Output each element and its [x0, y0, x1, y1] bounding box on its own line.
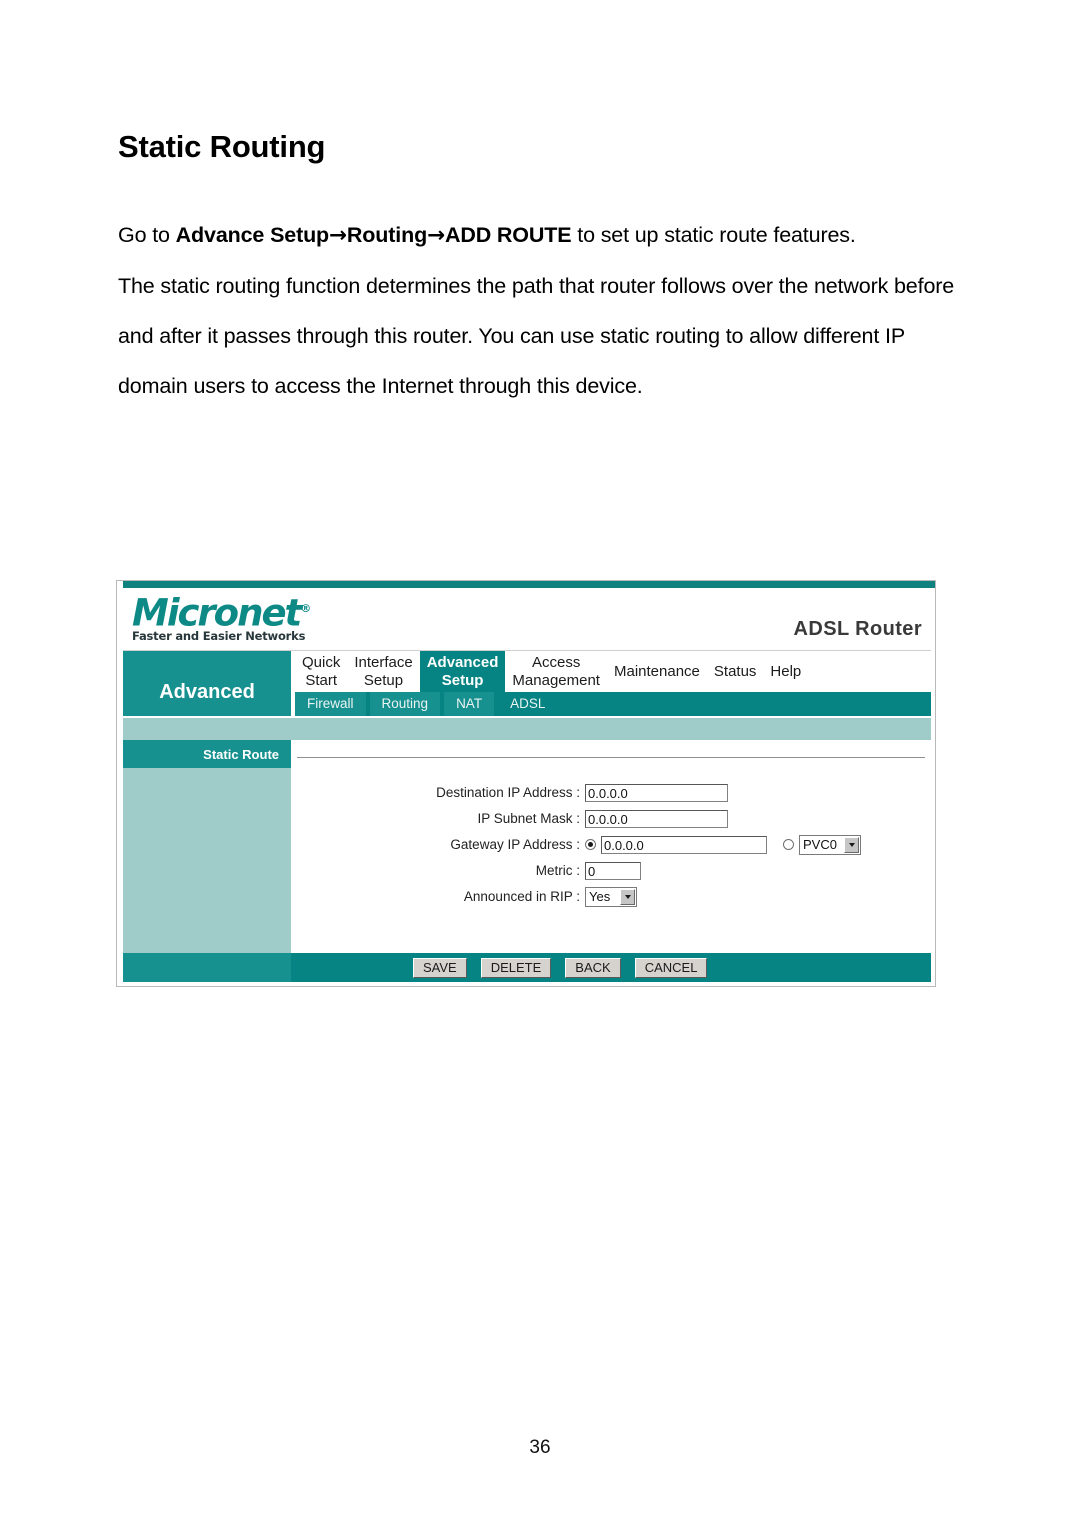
row-announced-in-rip: Announced in RIP : Yes	[291, 884, 931, 909]
row-gateway-ip: Gateway IP Address : 0.0.0.0 PVC0	[291, 832, 931, 857]
micronet-logo: Micronet® Faster and Easier Networks	[132, 590, 382, 644]
sub-tab-bar: Firewall Routing NAT ADSL	[295, 692, 931, 716]
gateway-pvc-radio[interactable]	[783, 839, 794, 850]
pvc-select[interactable]: PVC0	[799, 834, 861, 855]
subtab-nat[interactable]: NAT	[444, 692, 495, 716]
navigation-zone: Advanced Quick Start Interface Setup Adv…	[123, 651, 931, 716]
tab-access-management[interactable]: Access Management	[505, 651, 607, 692]
pvc-select-value: PVC0	[803, 837, 837, 852]
top-tab-bar: Quick Start Interface Setup Advanced Set…	[295, 651, 931, 692]
intro-paragraph: Go to Advance Setup→Routing→ADD ROUTE to…	[118, 210, 963, 261]
intro-bold-advance-setup: Advance Setup	[175, 223, 330, 248]
save-button[interactable]: SAVE	[413, 957, 467, 978]
intro-prefix: Go to	[118, 223, 176, 248]
label-subnet-mask: IP Subnet Mask :	[477, 811, 580, 826]
content-zone: Static Route Destination IP Address : 0.…	[123, 740, 931, 982]
router-ui-screenshot: Micronet® Faster and Easier Networks ADS…	[116, 580, 936, 987]
back-button[interactable]: BACK	[565, 957, 621, 978]
sidebar: Static Route	[123, 740, 291, 953]
label-announced-in-rip: Announced in RIP :	[463, 889, 580, 904]
static-route-form: Destination IP Address : 0.0.0.0 IP Subn…	[291, 740, 931, 953]
delete-button[interactable]: DELETE	[480, 957, 552, 978]
section-label-advanced: Advanced	[123, 651, 291, 716]
document-page: Static Routing Go to Advance Setup→Routi…	[0, 0, 1080, 1529]
destination-ip-input[interactable]: 0.0.0.0	[585, 783, 728, 802]
document-text-body: Static Routing Go to Advance Setup→Routi…	[118, 129, 963, 411]
subtab-adsl[interactable]: ADSL	[498, 692, 557, 716]
row-destination-ip: Destination IP Address : 0.0.0.0	[291, 780, 931, 805]
subtab-firewall[interactable]: Firewall	[295, 692, 366, 716]
row-metric: Metric : 0	[291, 858, 931, 883]
logo-tagline: Faster and Easier Networks	[132, 629, 306, 644]
separator-band	[123, 717, 931, 740]
label-gateway-ip: Gateway IP Address :	[450, 837, 580, 852]
page-number: 36	[529, 1437, 551, 1458]
tab-maintenance[interactable]: Maintenance	[607, 651, 707, 692]
page-title: Static Routing	[118, 129, 326, 164]
gateway-ip-radio[interactable]	[585, 839, 596, 850]
form-button-bar: SAVE DELETE BACK CANCEL	[291, 953, 931, 982]
sidebar-footer-block	[123, 953, 291, 982]
form-rows: Destination IP Address : 0.0.0.0 IP Subn…	[291, 780, 931, 910]
intro-bold-add-route: ADD ROUTE	[444, 223, 572, 248]
subtab-routing[interactable]: Routing	[369, 692, 441, 716]
model-name: ADSL Router	[793, 618, 922, 640]
tab-advanced-setup[interactable]: Advanced Setup	[419, 651, 506, 692]
intro-bold-routing: Routing	[346, 223, 428, 248]
row-subnet-mask: IP Subnet Mask : 0.0.0.0	[291, 806, 931, 831]
label-destination-ip: Destination IP Address :	[436, 785, 580, 800]
logo-wordmark: Micronet®	[132, 590, 382, 632]
top-accent-strip	[123, 581, 935, 588]
body-paragraph: The static routing function determines t…	[118, 274, 955, 399]
announced-in-rip-select[interactable]: Yes	[585, 886, 637, 907]
tab-quick-start[interactable]: Quick Start	[295, 651, 347, 692]
chevron-down-icon	[620, 888, 635, 905]
subnet-mask-input[interactable]: 0.0.0.0	[585, 809, 728, 828]
metric-input[interactable]: 0	[585, 861, 641, 880]
cancel-button[interactable]: CANCEL	[634, 957, 708, 978]
logo-name: Micronet	[132, 591, 302, 635]
chevron-down-icon	[844, 836, 859, 853]
arrow-icon-1: →	[329, 223, 347, 249]
intro-suffix: to set up static route features.	[571, 223, 856, 248]
sidebar-item-static-route[interactable]: Static Route	[123, 740, 291, 768]
arrow-icon-2: →	[427, 223, 445, 249]
tab-interface-setup[interactable]: Interface Setup	[347, 651, 419, 692]
announced-in-rip-value: Yes	[589, 889, 611, 904]
brand-header: Micronet® Faster and Easier Networks ADS…	[123, 588, 931, 651]
label-metric: Metric :	[535, 863, 580, 878]
gateway-ip-input[interactable]: 0.0.0.0	[601, 835, 767, 854]
tab-status[interactable]: Status	[707, 651, 764, 692]
tab-help[interactable]: Help	[763, 651, 808, 692]
form-divider	[297, 757, 925, 758]
registered-trademark-icon: ®	[300, 602, 312, 615]
